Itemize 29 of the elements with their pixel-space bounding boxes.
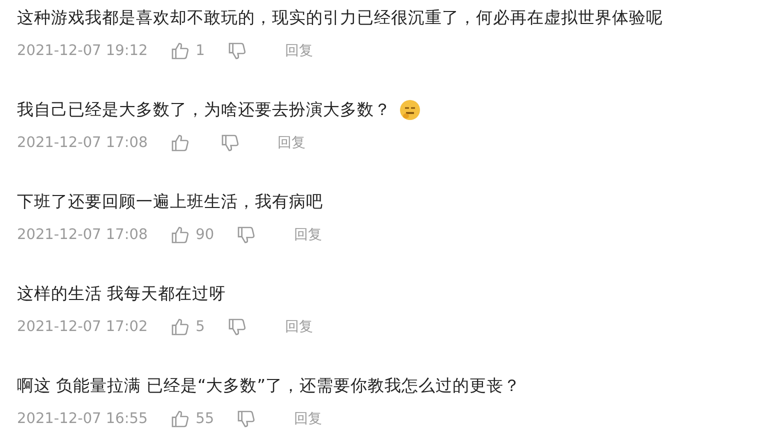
comment-text: 这种游戏我都是喜欢却不敢玩的，现实的引力已经很沉重了，何必再在虚拟世界体验呢	[17, 7, 663, 29]
reply-link[interactable]: 回复	[278, 134, 306, 152]
comment-text: 这样的生活 我每天都在过呀	[17, 283, 226, 305]
comment-text: 下班了还要回顾一遍上班生活，我有病吧	[17, 191, 323, 213]
reply-link[interactable]: 回复	[284, 42, 313, 60]
thumbs-up-icon[interactable]	[170, 41, 190, 61]
like-count: 5	[196, 319, 205, 335]
reply-link[interactable]: 回复	[284, 318, 313, 336]
thumbs-down-icon[interactable]	[226, 317, 247, 337]
comment-text: 啊这 负能量拉满 已经是“大多数”了，还需要你教我怎么过的更丧？	[17, 375, 521, 397]
comment-time: 2021-12-07 19:12	[17, 43, 148, 59]
reply-link[interactable]: 回复	[294, 410, 322, 428]
like-count: 55	[196, 411, 214, 427]
comment-time: 2021-12-07 17:08	[17, 135, 148, 151]
comment-time: 2021-12-07 16:55	[17, 411, 148, 427]
thumbs-down-icon[interactable]	[226, 41, 247, 61]
thumbs-up-icon[interactable]	[170, 409, 190, 429]
thumbs-down-icon[interactable]	[236, 409, 256, 429]
thumbs-up-icon[interactable]	[170, 317, 190, 337]
comment-time: 2021-12-07 17:08	[17, 227, 148, 243]
thumbs-down-icon[interactable]	[236, 225, 256, 245]
thumbs-up-icon[interactable]	[170, 133, 190, 153]
reply-link[interactable]: 回复	[294, 226, 322, 244]
comment-time: 2021-12-07 17:02	[17, 319, 148, 335]
comment-text: 我自己已经是大多数了，为啥还要去扮演大多数？	[17, 99, 391, 121]
thumbs-up-icon[interactable]	[170, 225, 190, 245]
like-count: 1	[196, 43, 205, 59]
thumbs-down-icon[interactable]	[220, 133, 240, 153]
like-count: 90	[196, 227, 214, 243]
